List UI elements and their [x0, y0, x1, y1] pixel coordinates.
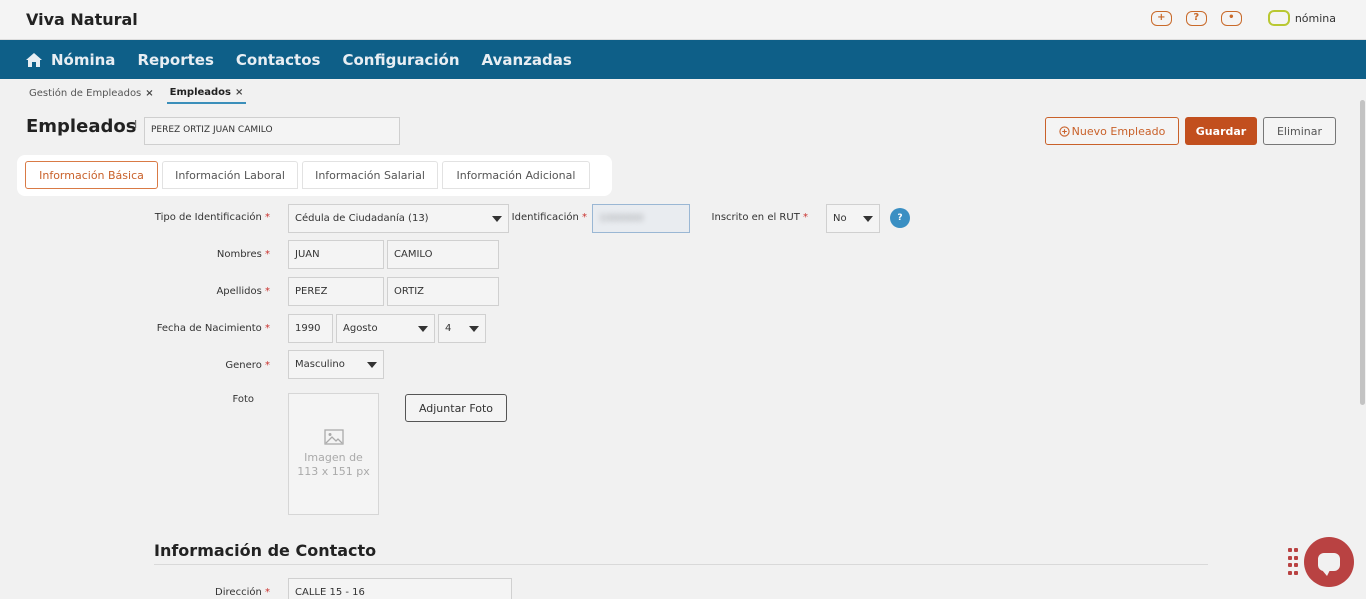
select-value: 4 — [445, 323, 452, 334]
nav-item-label: Nómina — [51, 50, 116, 69]
label-text: Inscrito en el RUT — [711, 212, 800, 223]
label-text: Tipo de Identificación — [154, 212, 262, 223]
birth-year-input[interactable]: 1990 — [288, 314, 333, 343]
top-bar: Viva Natural + ? • nómina — [0, 0, 1366, 40]
contact-section-title: Información de Contacto — [154, 541, 377, 560]
chat-button[interactable] — [1304, 537, 1354, 587]
new-employee-button[interactable]: Nuevo Empleado — [1045, 117, 1179, 145]
scrollbar[interactable] — [1360, 100, 1365, 405]
help-icon[interactable]: ? — [1185, 10, 1207, 26]
nav-item-nomina[interactable]: Nómina — [25, 51, 115, 69]
chevron-down-icon — [367, 361, 377, 368]
attach-photo-button[interactable]: Adjuntar Foto — [405, 394, 507, 422]
first-name-input[interactable]: JUAN — [288, 240, 384, 269]
label-text: Nombres — [216, 249, 262, 260]
id-type-label: Tipo de Identificación * — [70, 212, 270, 223]
birth-month-select[interactable]: Agosto — [336, 314, 435, 343]
rut-label: Inscrito en el RUT * — [608, 212, 808, 223]
image-icon — [323, 429, 344, 445]
label-text: Identificación — [511, 212, 579, 223]
help-icon[interactable]: ? — [890, 208, 910, 228]
tab-informacion-salarial[interactable]: Información Salarial — [302, 161, 438, 189]
address-label: Dirección * — [70, 587, 270, 598]
rut-select[interactable]: No — [826, 204, 880, 233]
label-text: Apellidos — [216, 286, 262, 297]
main-nav: Nómina Reportes Contactos Configuración … — [0, 40, 1366, 79]
tab-informacion-adicional[interactable]: Información Adicional — [442, 161, 590, 189]
id-number-label: Identificación * — [387, 212, 587, 223]
breadcrumb-tab-gestion[interactable]: Gestión de Empleados × — [26, 85, 157, 104]
photo-size-text: Imagen de 113 x 151 px — [297, 451, 369, 479]
app-logo: nómina — [1267, 10, 1336, 26]
second-surname-input[interactable]: ORTIZ — [387, 277, 499, 306]
nav-item-avanzadas[interactable]: Avanzadas — [482, 51, 572, 69]
nav-item-configuracion[interactable]: Configuración — [342, 51, 459, 69]
label-text: Dirección — [215, 587, 262, 598]
user-icon[interactable]: • — [1220, 10, 1242, 26]
required-mark: * — [265, 360, 270, 371]
close-icon[interactable]: × — [145, 88, 153, 99]
label-text: Fecha de Nacimiento — [156, 323, 262, 334]
select-value: Agosto — [343, 323, 378, 334]
tab-informacion-laboral[interactable]: Información Laboral — [162, 161, 298, 189]
required-mark: * — [582, 212, 587, 223]
select-value: No — [833, 213, 847, 224]
home-icon — [26, 52, 42, 67]
tab-informacion-basica[interactable]: Información Básica — [25, 161, 158, 189]
plus-circle-icon — [1059, 125, 1070, 137]
nav-item-reportes[interactable]: Reportes — [137, 51, 213, 69]
breadcrumb: Gestión de Empleados × Empleados × — [26, 85, 247, 104]
top-icons: + ? • nómina — [1150, 10, 1336, 26]
surnames-label: Apellidos * — [70, 286, 270, 297]
logo-icon — [1267, 10, 1290, 26]
breadcrumb-label: Empleados — [169, 87, 232, 98]
nav-item-contactos[interactable]: Contactos — [236, 51, 321, 69]
delete-button[interactable]: Eliminar — [1263, 117, 1336, 145]
photo-text-line: Imagen de — [304, 451, 363, 464]
save-button[interactable]: Guardar — [1185, 117, 1257, 145]
photo-text-line: 113 x 151 px — [297, 465, 370, 478]
gender-label: Genero * — [70, 360, 270, 371]
required-mark: * — [265, 286, 270, 297]
photo-placeholder: Imagen de 113 x 151 px — [288, 393, 379, 515]
birth-date-label: Fecha de Nacimiento * — [70, 323, 270, 334]
names-label: Nombres * — [70, 249, 270, 260]
chevron-down-icon — [863, 215, 873, 222]
page-title: Empleados — [26, 116, 137, 137]
breadcrumb-tab-empleados[interactable]: Empleados × — [166, 85, 247, 104]
birth-day-select[interactable]: 4 — [438, 314, 486, 343]
chat-icon — [1318, 553, 1340, 576]
select-value: Masculino — [295, 359, 345, 370]
required-mark: * — [803, 212, 808, 223]
form-tabs: Información Básica Información Laboral I… — [17, 155, 612, 196]
chevron-down-icon — [418, 325, 428, 332]
logo-text: nómina — [1294, 11, 1336, 25]
title-separator: I — [134, 118, 138, 131]
chevron-down-icon — [469, 325, 479, 332]
required-mark: * — [265, 323, 270, 334]
close-icon[interactable]: × — [235, 87, 243, 98]
gender-select[interactable]: Masculino — [288, 350, 384, 379]
second-name-input[interactable]: CAMILO — [387, 240, 499, 269]
drag-handle-icon[interactable] — [1288, 548, 1298, 576]
required-mark: * — [265, 212, 270, 223]
label-text: Genero — [225, 360, 262, 371]
required-mark: * — [265, 249, 270, 260]
new-employee-label: Nuevo Empleado — [1071, 124, 1166, 138]
photo-label: Foto — [232, 394, 254, 405]
breadcrumb-label: Gestión de Empleados — [29, 88, 142, 99]
first-surname-input[interactable]: PEREZ — [288, 277, 384, 306]
section-divider — [154, 564, 1208, 565]
add-icon[interactable]: + — [1150, 10, 1172, 26]
employee-name-field[interactable]: PEREZ ORTIZ JUAN CAMILO — [144, 117, 400, 145]
address-input[interactable]: CALLE 15 - 16 — [288, 578, 512, 599]
company-name: Viva Natural — [26, 10, 138, 29]
required-mark: * — [265, 587, 270, 598]
